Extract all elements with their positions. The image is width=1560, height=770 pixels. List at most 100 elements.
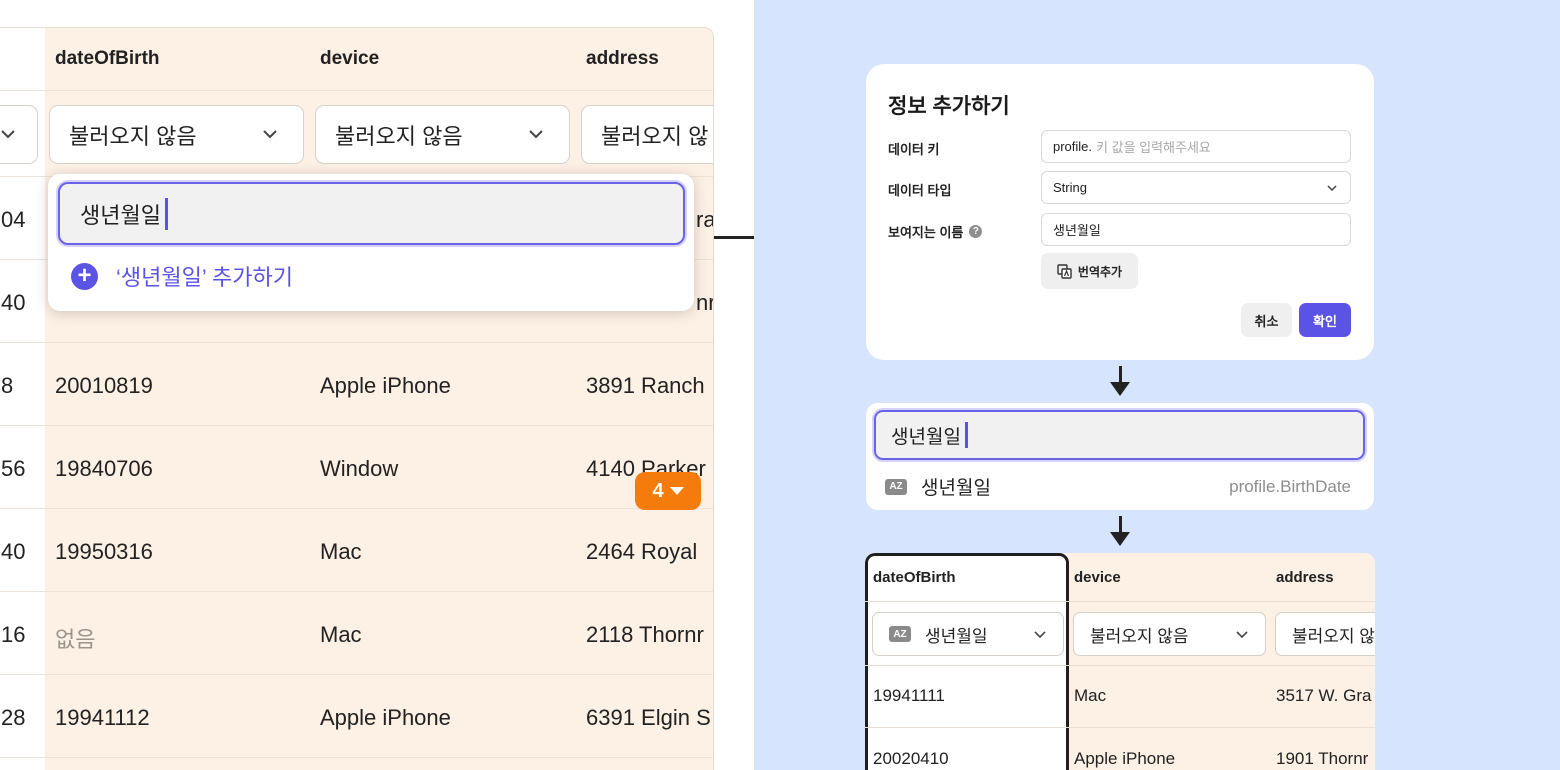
arrow-line — [1119, 516, 1122, 532]
table-cell: 28 — [1, 705, 26, 730]
table-cell: 19941112 — [55, 705, 150, 730]
result-table: dateOfBirth device address AZ 생년월일 불러오지 … — [865, 553, 1375, 770]
select-value: 불러오지 않음 — [69, 123, 197, 149]
input-value: 생년월일 — [891, 426, 961, 448]
header-divider — [0, 90, 713, 91]
add-info-modal: 정보 추가하기 데이터 키 profile. 키 값을 입력해주세요 데이터 타… — [866, 64, 1374, 360]
column-header-address: address — [1276, 569, 1334, 586]
confirm-button[interactable]: 확인 — [1299, 303, 1351, 337]
mapping-select-address[interactable]: 불러오지 않 — [1275, 612, 1375, 656]
data-key-field[interactable]: profile. 키 값을 입력해주세요 — [1041, 130, 1351, 163]
data-key-label: 데이터 키 — [888, 142, 940, 157]
data-table: dateOfBirth device address 불러오지 않음 불러오지 … — [0, 27, 714, 770]
mapping-select-dateofbirth[interactable]: AZ 생년월일 — [872, 612, 1064, 656]
caret-down-icon — [669, 487, 684, 495]
mapping-select-address[interactable]: 불러오지 않 — [581, 105, 713, 164]
table-cell: 2464 Royal — [586, 539, 698, 564]
chevron-down-icon — [263, 130, 277, 139]
right-panel: 정보 추가하기 데이터 키 profile. 키 값을 입력해주세요 데이터 타… — [754, 0, 1560, 770]
add-translation-label: 번역추가 — [1077, 264, 1123, 279]
row-divider — [0, 342, 713, 343]
data-type-select[interactable]: String — [1041, 171, 1351, 204]
table-cell: 40 — [1, 539, 26, 564]
table-cell: 19950316 — [55, 539, 153, 564]
row-divider — [0, 591, 713, 592]
row-divider — [865, 665, 1375, 666]
table-cell: Mac — [1074, 686, 1107, 705]
table-cell: 1901 Thornr — [1276, 749, 1369, 768]
text-caret — [964, 422, 968, 448]
table-cell: Window — [320, 456, 399, 481]
display-name-field[interactable]: 생년월일 — [1041, 213, 1351, 246]
key-prefix: profile. — [1053, 139, 1093, 154]
table-cell: 19941111 — [873, 686, 945, 705]
az-type-icon: AZ — [885, 478, 907, 495]
chevron-down-icon — [529, 130, 543, 139]
arrow-down-icon — [1110, 382, 1130, 396]
header-divider — [865, 601, 1375, 602]
table-cell: Apple iPhone — [320, 373, 451, 398]
add-field-label: ‘생년월일’ 추가하기 — [116, 265, 293, 290]
select-value: 불러오지 않 — [1292, 626, 1375, 646]
column-header-device: device — [320, 48, 380, 69]
row-divider — [0, 508, 713, 509]
select-value: 불러오지 않음 — [1090, 626, 1189, 646]
mapping-select-prev[interactable] — [0, 105, 38, 164]
field-search-dropdown: 생년월일 + ‘생년월일’ 추가하기 — [48, 174, 694, 311]
cancel-button[interactable]: 취소 — [1241, 303, 1292, 337]
field-search-input[interactable]: 생년월일 — [58, 182, 685, 245]
option-label: 생년월일 — [921, 478, 991, 499]
left-panel: dateOfBirth device address 불러오지 않음 불러오지 … — [0, 0, 754, 770]
table-cell: nr — [696, 290, 714, 315]
row-divider — [865, 727, 1375, 728]
row-divider — [0, 757, 713, 758]
column-header-dateofbirth: dateOfBirth — [873, 569, 956, 586]
table-cell: Apple iPhone — [1074, 749, 1176, 768]
add-translation-button[interactable]: 번역추가 — [1041, 253, 1138, 289]
column-header-address: address — [586, 48, 659, 69]
select-value: 불러오지 않음 — [335, 123, 463, 149]
table-cell: Mac — [320, 622, 362, 647]
mapping-select-device[interactable]: 불러오지 않음 — [1073, 612, 1266, 656]
row-divider — [0, 674, 713, 675]
table-cell: ra — [696, 207, 714, 232]
column-header-dateofbirth: dateOfBirth — [55, 48, 160, 69]
add-field-option[interactable]: + ‘생년월일’ 추가하기 — [71, 260, 293, 292]
table-cell: 40 — [1, 290, 26, 315]
arrow-down-icon — [1110, 532, 1130, 546]
text-caret — [164, 197, 168, 230]
select-value: 생년월일 — [925, 626, 988, 646]
field-search-box: 생년월일 AZ 생년월일 profile.BirthDate — [866, 403, 1374, 510]
display-name-label: 보여지는 이름? — [888, 222, 983, 241]
mapping-select-device[interactable]: 불러오지 않음 — [315, 105, 570, 164]
modal-title: 정보 추가하기 — [888, 95, 1010, 118]
input-value: 생년월일 — [80, 202, 161, 228]
count-badge[interactable]: 4 — [635, 472, 701, 510]
select-value: 불러오지 않 — [601, 123, 709, 149]
translate-icon — [1057, 263, 1072, 279]
table-cell: Apple iPhone — [320, 705, 451, 730]
table-cell: 6391 Elgin S — [586, 705, 711, 730]
table-cell: 2118 Thornr — [586, 622, 704, 647]
field-search-input[interactable]: 생년월일 — [874, 410, 1365, 460]
chevron-down-icon — [1236, 631, 1248, 639]
row-divider — [0, 425, 713, 426]
table-cell: 3891 Ranch — [586, 373, 705, 398]
type-value: String — [1053, 180, 1087, 195]
chevron-down-icon — [1327, 185, 1337, 192]
column-header-device: device — [1074, 569, 1121, 586]
data-type-label: 데이터 타입 — [888, 183, 952, 198]
key-placeholder: 키 값을 입력해주세요 — [1096, 140, 1211, 155]
help-icon[interactable]: ? — [969, 225, 983, 238]
table-cell: 3517 W. Gra — [1276, 686, 1372, 705]
az-type-icon: AZ — [889, 626, 911, 642]
table-cell: 19840706 — [55, 456, 153, 481]
table-cell: 20010819 — [55, 373, 153, 398]
table-cell: 56 — [1, 456, 26, 481]
table-cell: 04 — [1, 207, 26, 232]
field-option[interactable]: AZ 생년월일 profile.BirthDate — [885, 473, 1351, 500]
mapping-select-dateofbirth[interactable]: 불러오지 않음 — [49, 105, 304, 164]
table-cell: Mac — [320, 539, 362, 564]
chevron-down-icon — [1, 130, 15, 139]
badge-count: 4 — [652, 479, 664, 502]
